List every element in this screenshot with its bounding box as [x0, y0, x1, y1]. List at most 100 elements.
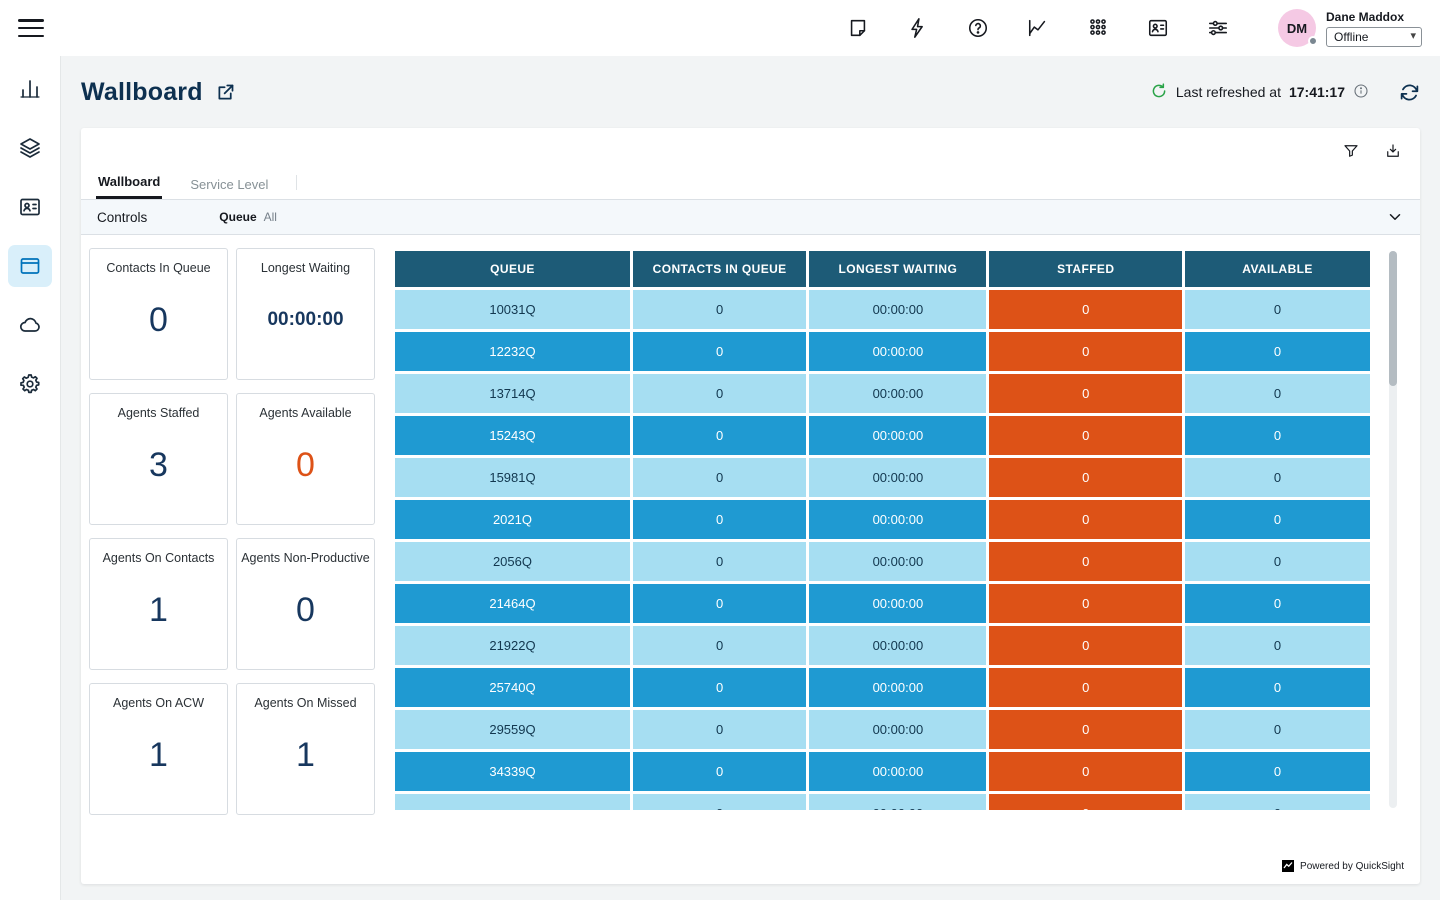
tab-wallboard[interactable]: Wallboard	[96, 167, 162, 199]
value-cell: 0	[633, 500, 806, 539]
tab-service-level[interactable]: Service Level	[188, 170, 270, 199]
card-body: Contacts In Queue 0 Longest Waiting 00:0…	[81, 235, 1420, 815]
hamburger-menu-icon[interactable]	[18, 17, 44, 39]
powered-by-text: Powered by QuickSight	[1300, 861, 1404, 872]
help-icon[interactable]	[966, 16, 990, 40]
sidebar-item-cloud[interactable]	[8, 304, 52, 346]
kpi-card: Agents Staffed 3	[89, 393, 228, 525]
value-cell: 00:00:00	[809, 668, 986, 707]
value-cell: 00:00:00	[809, 416, 986, 455]
queue-table: QUEUECONTACTS IN QUEUELONGEST WAITINGSTA…	[392, 248, 1373, 810]
value-cell: 0	[1185, 500, 1370, 539]
value-cell: 0	[989, 458, 1182, 497]
card-footer: Powered by QuickSight	[81, 860, 1420, 884]
wallboard-card: Wallboard Service Level Controls Queue A…	[81, 128, 1420, 884]
value-cell: 0	[633, 752, 806, 791]
value-cell: 0	[1185, 416, 1370, 455]
queue-cell: 21464Q	[395, 584, 630, 623]
scrollbar-thumb[interactable]	[1389, 251, 1397, 386]
table-row: 2021Q000:00:0000	[395, 500, 1370, 539]
queue-cell: 21922Q	[395, 626, 630, 665]
queue-filter[interactable]: Queue All	[219, 210, 277, 224]
refresh-label: Last refreshed at	[1176, 84, 1281, 100]
queue-cell: 12232Q	[395, 332, 630, 371]
sidebar-item-settings[interactable]	[8, 363, 52, 405]
page-title: Wallboard	[81, 78, 203, 107]
value-cell: 00:00:00	[809, 374, 986, 413]
value-cell: 0	[633, 416, 806, 455]
queue-cell: 13714Q	[395, 374, 630, 413]
notes-icon[interactable]	[846, 16, 870, 40]
kpi-card: Agents Non-Productive 0	[236, 538, 375, 670]
kpi-card: Agents Available 0	[236, 393, 375, 525]
value-cell: 0	[1185, 584, 1370, 623]
metrics-icon[interactable]	[1026, 16, 1050, 40]
value-cell: 0	[633, 458, 806, 497]
queue-cell: 29559Q	[395, 710, 630, 749]
kpi-value: 0	[149, 275, 168, 379]
quick-actions-icon[interactable]	[906, 16, 930, 40]
user-name: Dane Maddox	[1326, 10, 1422, 24]
controls-label: Controls	[97, 210, 147, 225]
preferences-icon[interactable]	[1206, 16, 1230, 40]
kpi-value: 1	[296, 710, 315, 814]
sidebar-item-wallboard[interactable]	[8, 245, 52, 287]
agent-status-select[interactable]: Offline ▾	[1326, 27, 1422, 47]
value-cell: 0	[1185, 668, 1370, 707]
table-row: 15981Q000:00:0000	[395, 458, 1370, 497]
table-scrollbar[interactable]	[1389, 251, 1397, 808]
sidebar-item-queues[interactable]	[8, 127, 52, 169]
queue-cell	[395, 794, 630, 810]
queue-cell: 25740Q	[395, 668, 630, 707]
queue-cell: 15243Q	[395, 416, 630, 455]
value-cell: 00:00:00	[809, 332, 986, 371]
kpi-label: Agents Available	[255, 406, 355, 420]
value-cell: 0	[989, 584, 1182, 623]
status-dot	[1308, 36, 1318, 46]
table-row: 2056Q000:00:0000	[395, 542, 1370, 581]
filter-icon[interactable]	[1339, 139, 1363, 163]
queue-filter-value: All	[264, 210, 277, 224]
tab-divider	[296, 175, 297, 190]
sidebar-item-metrics[interactable]	[8, 68, 52, 110]
contact-card-icon	[18, 195, 42, 219]
kpi-value: 3	[149, 420, 168, 524]
kpi-label: Contacts In Queue	[102, 261, 214, 275]
dashboard-window-icon	[18, 254, 42, 278]
value-cell: 0	[989, 374, 1182, 413]
auto-refresh-icon	[1150, 82, 1168, 103]
info-icon[interactable]	[1353, 83, 1369, 102]
value-cell: 0	[1185, 458, 1370, 497]
directory-icon[interactable]	[1146, 16, 1170, 40]
dialpad-icon[interactable]	[1086, 16, 1110, 40]
table-row: 10031Q000:00:0000	[395, 290, 1370, 329]
avatar-initials: DM	[1287, 21, 1307, 36]
controls-bar[interactable]: Controls Queue All	[81, 199, 1420, 235]
value-cell: 0	[633, 542, 806, 581]
value-cell: 0	[989, 332, 1182, 371]
kpi-value: 1	[149, 565, 168, 669]
value-cell: 00:00:00	[809, 626, 986, 665]
kpi-card: Agents On Contacts 1	[89, 538, 228, 670]
value-cell: 0	[633, 290, 806, 329]
value-cell: 0	[989, 626, 1182, 665]
tab-bar: Wallboard Service Level	[81, 165, 1420, 199]
gear-icon	[18, 372, 42, 396]
value-cell: 0	[633, 584, 806, 623]
value-cell: 0	[989, 416, 1182, 455]
cloud-icon	[18, 313, 42, 337]
card-toolbar	[81, 128, 1420, 165]
queue-filter-label: Queue	[219, 210, 256, 224]
value-cell: 0	[1185, 794, 1370, 810]
user-block: DM Dane Maddox Offline ▾	[1278, 9, 1422, 47]
chevron-down-icon[interactable]	[1386, 208, 1404, 226]
page-header: Wallboard Last refreshed at 17:41:17	[81, 56, 1420, 128]
avatar[interactable]: DM	[1278, 9, 1316, 47]
open-external-icon[interactable]	[215, 82, 236, 103]
kpi-card: Contacts In Queue 0	[89, 248, 228, 380]
download-icon[interactable]	[1381, 139, 1405, 163]
refresh-button[interactable]	[1399, 82, 1420, 103]
table-header-row: QUEUECONTACTS IN QUEUELONGEST WAITINGSTA…	[395, 251, 1370, 287]
sidebar-item-contacts[interactable]	[8, 186, 52, 228]
kpi-label: Agents On ACW	[109, 696, 208, 710]
